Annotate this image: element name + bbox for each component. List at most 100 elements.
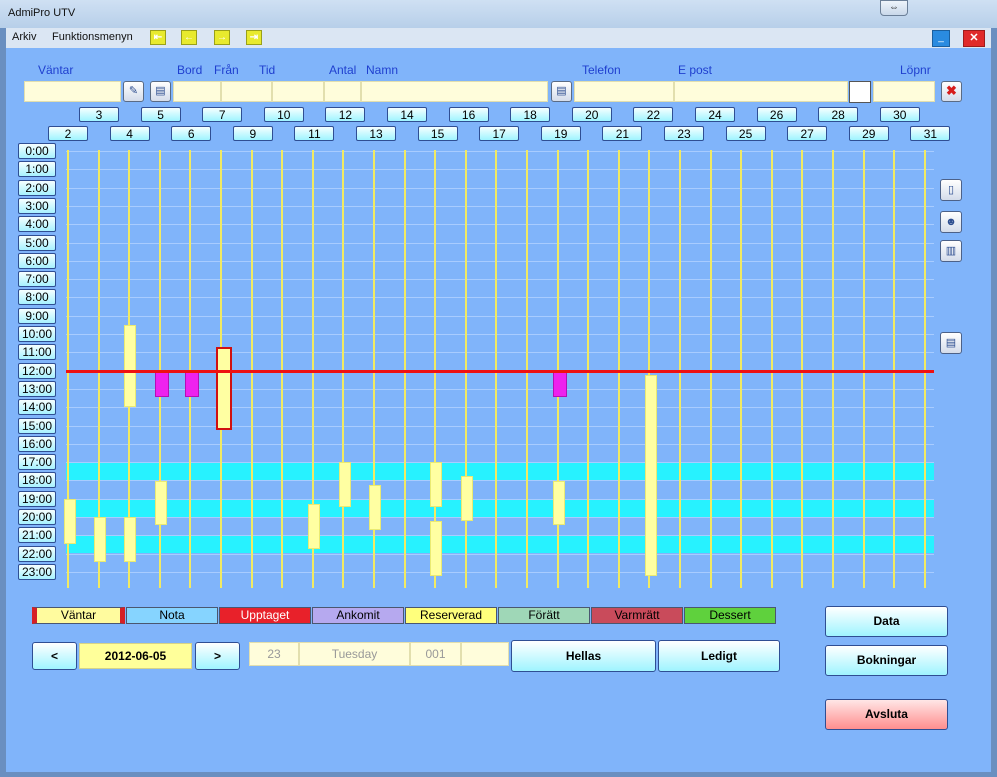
booking-block[interactable] bbox=[155, 481, 167, 525]
telefon-input[interactable] bbox=[574, 81, 674, 102]
magenta-booking[interactable] bbox=[155, 371, 169, 397]
bord-input[interactable] bbox=[173, 81, 221, 102]
day-button-16[interactable]: 16 bbox=[448, 107, 489, 122]
hour-label[interactable]: 11:00 bbox=[18, 344, 56, 361]
minimize-button[interactable]: _ bbox=[932, 30, 950, 47]
day-button-28[interactable]: 28 bbox=[818, 107, 859, 122]
hour-label[interactable]: 7:00 bbox=[18, 271, 56, 288]
hour-label[interactable]: 4:00 bbox=[18, 216, 56, 233]
tid-input[interactable] bbox=[272, 81, 324, 102]
hour-label[interactable]: 14:00 bbox=[18, 399, 56, 416]
document-icon[interactable]: ▯ bbox=[940, 179, 962, 201]
hour-label[interactable]: 18:00 bbox=[18, 472, 56, 489]
bokningar-button[interactable]: Bokningar bbox=[825, 645, 948, 676]
hour-label[interactable]: 9:00 bbox=[18, 307, 56, 324]
booking-block[interactable] bbox=[124, 325, 136, 407]
hour-label[interactable]: 6:00 bbox=[18, 252, 56, 269]
booking-block[interactable] bbox=[430, 521, 442, 576]
day-button-30[interactable]: 30 bbox=[879, 107, 920, 122]
hour-label[interactable]: 23:00 bbox=[18, 563, 56, 580]
booking-block[interactable] bbox=[64, 499, 76, 544]
hour-label[interactable]: 0:00 bbox=[18, 143, 56, 159]
hour-label[interactable]: 22:00 bbox=[18, 545, 56, 562]
last-arrow-icon[interactable]: ⇥ bbox=[246, 30, 262, 45]
lopnr-input[interactable] bbox=[873, 81, 935, 102]
day-button-27[interactable]: 27 bbox=[787, 126, 828, 141]
hour-label[interactable]: 19:00 bbox=[18, 490, 56, 507]
checkbox[interactable] bbox=[849, 81, 871, 103]
day-button-26[interactable]: 26 bbox=[756, 107, 797, 122]
magenta-booking[interactable] bbox=[553, 371, 567, 397]
day-button-20[interactable]: 20 bbox=[571, 107, 612, 122]
day-button-12[interactable]: 12 bbox=[325, 107, 366, 122]
hour-label[interactable]: 10:00 bbox=[18, 326, 56, 342]
hour-label[interactable]: 5:00 bbox=[18, 234, 56, 251]
day-button-31[interactable]: 31 bbox=[910, 126, 951, 141]
day-button-10[interactable]: 10 bbox=[263, 107, 304, 122]
selected-booking[interactable] bbox=[216, 347, 232, 430]
booking-block[interactable] bbox=[94, 517, 106, 562]
day-button-4[interactable]: 4 bbox=[109, 126, 150, 141]
day-button-2[interactable]: 2 bbox=[48, 126, 88, 141]
prev-day-button[interactable]: < bbox=[32, 642, 77, 670]
hour-label[interactable]: 2:00 bbox=[18, 179, 56, 196]
day-button-23[interactable]: 23 bbox=[664, 126, 704, 141]
day-button-7[interactable]: 7 bbox=[202, 107, 243, 122]
day-button-18[interactable]: 18 bbox=[510, 107, 551, 122]
hour-label[interactable]: 15:00 bbox=[18, 417, 56, 434]
antal-input[interactable] bbox=[324, 81, 361, 102]
edit-icon[interactable]: ✎ bbox=[123, 81, 144, 102]
booking-block[interactable] bbox=[553, 481, 565, 525]
people-icon[interactable]: ☻ bbox=[940, 211, 962, 233]
booking-block[interactable] bbox=[461, 476, 473, 521]
next-arrow-icon[interactable]: → bbox=[214, 30, 230, 45]
menu-funktionsmenyn[interactable]: Funktionsmenyn bbox=[52, 31, 133, 43]
hour-label[interactable]: 20:00 bbox=[18, 509, 56, 525]
hellas-button[interactable]: Hellas bbox=[511, 640, 656, 672]
epost-input[interactable] bbox=[674, 81, 848, 102]
restore-button[interactable]: ⇔ bbox=[880, 0, 908, 16]
date-field[interactable]: 2012-06-05 bbox=[79, 643, 192, 669]
day-button-11[interactable]: 11 bbox=[294, 126, 335, 141]
hour-label[interactable]: 16:00 bbox=[18, 435, 56, 452]
day-button-29[interactable]: 29 bbox=[848, 126, 889, 141]
ledigt-button[interactable]: Ledigt bbox=[658, 640, 780, 672]
hour-label[interactable]: 17:00 bbox=[18, 454, 56, 471]
menu-arkiv[interactable]: Arkiv bbox=[12, 31, 36, 43]
books-icon[interactable]: ▥ bbox=[940, 240, 962, 262]
hour-label[interactable]: 12:00 bbox=[18, 362, 56, 379]
booking-block[interactable] bbox=[645, 375, 657, 576]
day-button-14[interactable]: 14 bbox=[387, 107, 427, 122]
day-button-3[interactable]: 3 bbox=[79, 107, 119, 122]
day-button-17[interactable]: 17 bbox=[479, 126, 520, 141]
namn-input[interactable] bbox=[361, 81, 548, 102]
hour-label[interactable]: 1:00 bbox=[18, 161, 56, 178]
booking-block[interactable] bbox=[124, 517, 136, 562]
hour-label[interactable]: 3:00 bbox=[18, 197, 56, 214]
booking-block[interactable] bbox=[339, 462, 351, 507]
hour-label[interactable]: 21:00 bbox=[18, 527, 56, 544]
save-name-icon[interactable]: ▤ bbox=[551, 81, 572, 102]
day-button-19[interactable]: 19 bbox=[540, 126, 581, 141]
prev-arrow-icon[interactable]: ← bbox=[181, 30, 197, 45]
day-button-22[interactable]: 22 bbox=[633, 107, 674, 122]
magenta-booking[interactable] bbox=[185, 371, 199, 397]
booking-block[interactable] bbox=[308, 504, 320, 549]
booking-block[interactable] bbox=[369, 485, 381, 530]
next-day-button[interactable]: > bbox=[195, 642, 240, 670]
day-button-13[interactable]: 13 bbox=[356, 126, 396, 141]
save-icon[interactable]: ▤ bbox=[150, 81, 171, 102]
delete-icon[interactable]: ✖ bbox=[941, 81, 962, 102]
vantar-input[interactable] bbox=[24, 81, 121, 102]
day-button-9[interactable]: 9 bbox=[232, 126, 273, 141]
booking-block[interactable] bbox=[430, 462, 442, 507]
day-button-21[interactable]: 21 bbox=[602, 126, 643, 141]
fran-input[interactable] bbox=[221, 81, 272, 102]
hour-label[interactable]: 8:00 bbox=[18, 289, 56, 306]
day-button-24[interactable]: 24 bbox=[695, 107, 735, 122]
day-button-6[interactable]: 6 bbox=[171, 126, 212, 141]
first-arrow-icon[interactable]: ⇤ bbox=[150, 30, 166, 45]
day-button-15[interactable]: 15 bbox=[417, 126, 458, 141]
avsluta-button[interactable]: Avsluta bbox=[825, 699, 948, 730]
hour-label[interactable]: 13:00 bbox=[18, 380, 56, 397]
